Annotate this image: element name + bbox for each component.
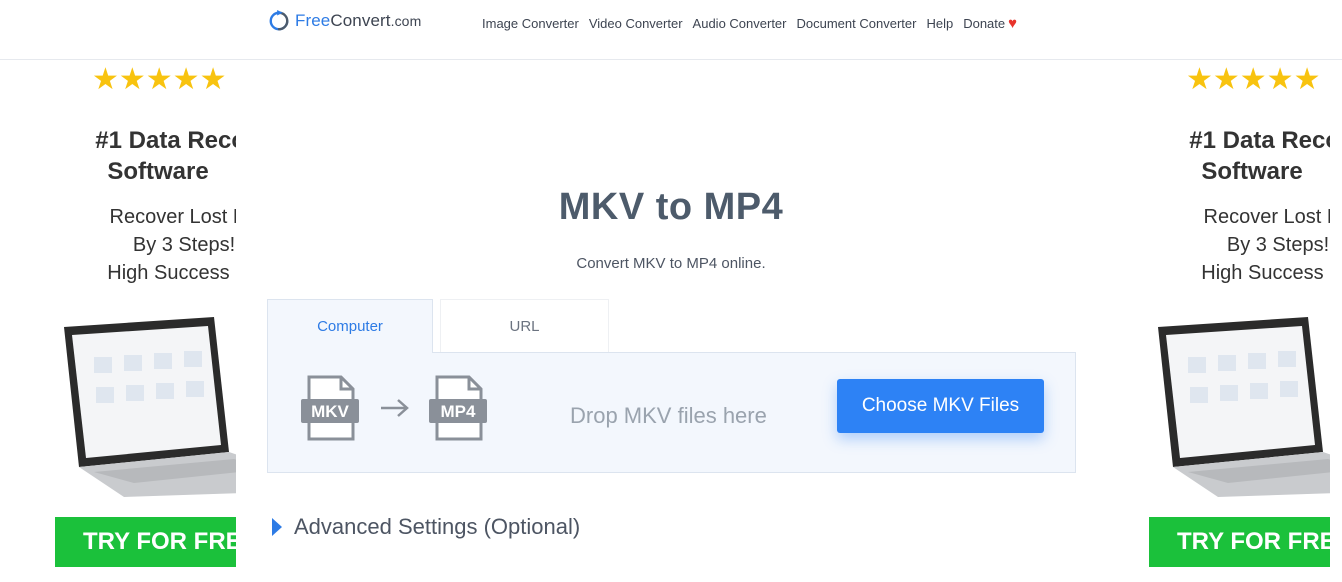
file-dropzone[interactable]: MKV MP4 Drop MKV files here Choose MKV F…: [267, 352, 1076, 473]
nav-donate[interactable]: Donate ♥: [963, 16, 1017, 31]
try-for-free-button[interactable]: TRY FOR FREE: [55, 517, 236, 567]
logo-text-com: .com: [390, 13, 422, 29]
heart-icon: ♥: [1008, 15, 1018, 32]
ad-title: #1 Data Recove Software: [1158, 125, 1330, 187]
freeconvert-logo[interactable]: FreeConvert.com: [268, 8, 421, 34]
rating-stars-icon: ★★★★★: [1186, 63, 1321, 96]
ad-sub-line1: Recover Lost Do: [109, 206, 236, 228]
ad-right[interactable]: ★★★★★ #1 Data Recove Software Recover Lo…: [1149, 61, 1330, 582]
main-nav: Image Converter Video Converter Audio Co…: [482, 16, 1027, 31]
page-title: MKV to MP4: [558, 186, 784, 228]
tab-computer[interactable]: Computer: [267, 299, 433, 353]
logo-text-convert: Convert: [330, 11, 391, 30]
source-format-label: MKV: [311, 402, 349, 421]
ad-title-line1: #1 Data Recove: [95, 127, 236, 154]
ad-title-line2: Software: [1201, 158, 1303, 185]
nav-video-converter[interactable]: Video Converter: [589, 16, 683, 31]
ad-title-line1: #1 Data Recove: [1189, 127, 1330, 154]
ad-sub-line2: By 3 Steps!: [132, 234, 236, 256]
caret-right-icon: [272, 518, 282, 536]
ad-left[interactable]: ★★★★★ #1 Data Recove Software Recover Lo…: [55, 61, 236, 582]
ad-title-line2: Software: [107, 158, 209, 185]
nav-document-converter[interactable]: Document Converter: [797, 16, 917, 31]
try-for-free-button[interactable]: TRY FOR FREE: [1149, 517, 1330, 567]
drop-files-text: Drop MKV files here: [570, 403, 767, 428]
ad-title: #1 Data Recove Software: [64, 125, 236, 187]
mp4-file-icon: MP4: [429, 375, 487, 441]
advanced-settings-label: Advanced Settings (Optional): [294, 514, 581, 539]
nav-image-converter[interactable]: Image Converter: [482, 16, 579, 31]
site-header: FreeConvert.com Image Converter Video Co…: [0, 0, 1342, 60]
nav-audio-converter[interactable]: Audio Converter: [693, 16, 787, 31]
refresh-logo-icon: [269, 10, 289, 31]
laptop-illustration-icon: [1158, 317, 1330, 497]
rating-stars-icon: ★★★★★: [92, 63, 227, 96]
choose-files-button[interactable]: Choose MKV Files: [837, 379, 1044, 433]
ad-sub-line1: Recover Lost Do: [1203, 206, 1330, 228]
laptop-illustration-icon: [64, 317, 236, 497]
page-subtitle: Convert MKV to MP4 online.: [576, 255, 766, 272]
logo-text-free: Free: [295, 11, 331, 30]
advanced-settings-toggle[interactable]: Advanced Settings (Optional): [272, 514, 580, 540]
tab-url[interactable]: URL: [440, 299, 609, 353]
nav-donate-label: Donate: [963, 16, 1006, 31]
nav-help[interactable]: Help: [926, 16, 953, 31]
target-format-label: MP4: [441, 402, 477, 421]
mkv-file-icon: MKV: [301, 375, 359, 441]
ad-sub-line3: High Success Ra: [107, 262, 236, 284]
arrow-right-icon: [381, 399, 409, 417]
ad-sub-line3: High Success Ra: [1201, 262, 1330, 284]
ad-sub-line2: By 3 Steps!: [1226, 234, 1330, 256]
ad-subtitle: Recover Lost Do By 3 Steps! High Success…: [1158, 203, 1330, 287]
ad-subtitle: Recover Lost Do By 3 Steps! High Success…: [64, 203, 236, 287]
